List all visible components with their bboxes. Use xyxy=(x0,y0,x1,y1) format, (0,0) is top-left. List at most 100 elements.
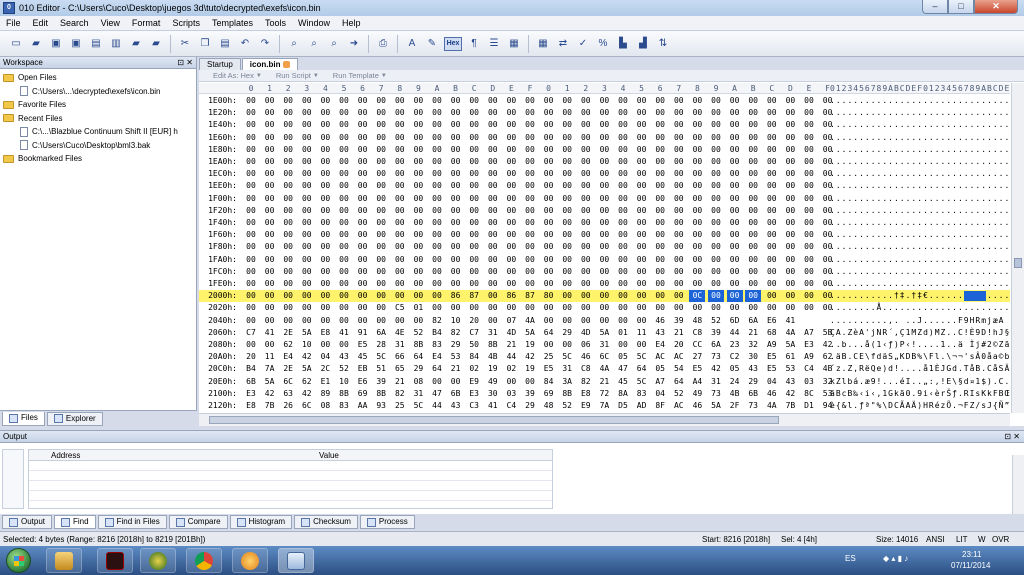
hex-byte[interactable]: 00 xyxy=(634,193,650,205)
hex-byte[interactable]: 00 xyxy=(745,193,761,205)
hex-byte[interactable]: 8B xyxy=(485,339,501,351)
tab-files[interactable]: Files xyxy=(2,411,45,426)
hex-byte[interactable]: 00 xyxy=(243,278,259,290)
hex-byte[interactable]: 46 xyxy=(764,388,780,400)
hex-byte[interactable]: 52 xyxy=(708,315,724,327)
hex-byte[interactable]: 00 xyxy=(689,217,705,229)
hex-byte[interactable]: 00 xyxy=(336,302,352,314)
hex-byte[interactable]: 64 xyxy=(671,376,687,388)
hex-byte[interactable]: 00 xyxy=(689,132,705,144)
hex-byte[interactable]: 00 xyxy=(429,132,445,144)
hex-byte[interactable]: 00 xyxy=(262,156,278,168)
hex-byte[interactable]: 39 xyxy=(708,327,724,339)
hex-byte[interactable]: 00 xyxy=(764,205,780,217)
ascii-text[interactable]: ................................ xyxy=(830,132,1010,144)
hex-byte[interactable]: 43 xyxy=(782,376,798,388)
hex-byte[interactable]: 00 xyxy=(410,156,426,168)
hex-byte[interactable]: 00 xyxy=(559,144,575,156)
hex-byte[interactable]: 00 xyxy=(652,95,668,107)
hex-byte[interactable]: 00 xyxy=(764,144,780,156)
hex-byte[interactable]: 00 xyxy=(355,132,371,144)
hex-byte[interactable]: 5C xyxy=(373,351,389,363)
hex-byte[interactable]: 00 xyxy=(392,156,408,168)
hex-byte[interactable]: 00 xyxy=(485,156,501,168)
hex-byte[interactable]: 00 xyxy=(764,180,780,192)
hex-byte[interactable]: 48 xyxy=(541,400,557,412)
hex-byte[interactable]: 00 xyxy=(429,302,445,314)
hex-byte[interactable]: E5 xyxy=(764,363,780,375)
hex-byte[interactable]: 00 xyxy=(745,132,761,144)
hex-byte[interactable]: 00 xyxy=(522,241,538,253)
hex-byte[interactable]: 53 xyxy=(782,363,798,375)
hex-byte[interactable]: 00 xyxy=(262,119,278,131)
hex-byte[interactable]: 00 xyxy=(243,217,259,229)
hex-byte[interactable]: 00 xyxy=(596,144,612,156)
menu-edit[interactable]: Edit xyxy=(27,18,55,28)
hex-byte[interactable]: 00 xyxy=(652,205,668,217)
ascii-text[interactable]: ãBcB‰‹i‹‚1Gkã0.9i‹èrŠƒ.RIsKkFBŒS xyxy=(830,388,1010,400)
hex-byte[interactable]: 00 xyxy=(745,229,761,241)
hex-byte[interactable]: 00 xyxy=(801,193,817,205)
ascii-text[interactable]: ................................ xyxy=(830,119,1010,131)
hex-byte[interactable]: 00 xyxy=(448,119,464,131)
hex-byte[interactable]: 00 xyxy=(373,168,389,180)
hex-byte[interactable]: 82 xyxy=(578,376,594,388)
hex-byte[interactable]: 00 xyxy=(262,107,278,119)
hex-byte[interactable]: 00 xyxy=(615,95,631,107)
hex-byte[interactable]: 39 xyxy=(373,376,389,388)
hex-byte[interactable]: 00 xyxy=(541,95,557,107)
hex-byte[interactable]: 00 xyxy=(764,241,780,253)
hex-byte[interactable]: 84 xyxy=(541,376,557,388)
hex-byte[interactable]: 49 xyxy=(689,388,705,400)
hex-byte[interactable]: 00 xyxy=(801,144,817,156)
hex-byte[interactable]: 00 xyxy=(299,302,315,314)
hex-byte[interactable]: 00 xyxy=(764,266,780,278)
hex-byte[interactable]: 00 xyxy=(317,205,333,217)
hex-byte[interactable]: 00 xyxy=(299,241,315,253)
hex-byte[interactable]: 00 xyxy=(336,278,352,290)
chevron-down-icon[interactable]: ▼ xyxy=(381,73,387,79)
hex-byte[interactable]: 00 xyxy=(727,278,743,290)
hex-byte[interactable]: 00 xyxy=(317,278,333,290)
hex-byte[interactable]: 00 xyxy=(392,315,408,327)
hex-byte[interactable]: 65 xyxy=(392,363,408,375)
copy-icon[interactable]: ❐ xyxy=(197,36,213,52)
hex-byte[interactable]: 47 xyxy=(429,388,445,400)
hex-byte[interactable]: 00 xyxy=(485,254,501,266)
hex-byte[interactable]: 00 xyxy=(745,266,761,278)
hex-byte[interactable]: 00 xyxy=(336,107,352,119)
hex-byte[interactable]: C8 xyxy=(689,327,705,339)
hex-byte[interactable]: 44 xyxy=(429,400,445,412)
hex-byte[interactable]: 10 xyxy=(336,376,352,388)
hex-byte[interactable]: 00 xyxy=(336,229,352,241)
hex-byte[interactable]: 00 xyxy=(727,119,743,131)
hex-byte[interactable]: 83 xyxy=(429,339,445,351)
hex-byte[interactable]: 00 xyxy=(448,132,464,144)
output-scrollbar[interactable] xyxy=(1012,455,1024,515)
compare-icon[interactable]: ⇄ xyxy=(555,36,571,52)
hex-byte[interactable]: 8F xyxy=(652,400,668,412)
hex-byte[interactable]: 00 xyxy=(336,144,352,156)
column-icon[interactable]: ☰ xyxy=(486,36,502,52)
hex-byte[interactable]: 00 xyxy=(634,156,650,168)
hex-byte[interactable]: 00 xyxy=(280,144,296,156)
hex-byte[interactable]: 00 xyxy=(689,144,705,156)
hex-byte[interactable]: 00 xyxy=(727,168,743,180)
hex-byte[interactable]: 00 xyxy=(429,156,445,168)
hex-byte[interactable]: 26 xyxy=(280,400,296,412)
hex-byte[interactable]: 00 xyxy=(466,278,482,290)
hex-byte[interactable]: 00 xyxy=(243,193,259,205)
hex-byte[interactable]: 00 xyxy=(671,229,687,241)
hex-byte[interactable]: 00 xyxy=(392,144,408,156)
run-template-dropdown[interactable]: Run Template xyxy=(333,71,379,80)
hex-byte[interactable]: 00 xyxy=(522,156,538,168)
hex-row[interactable]: 2120h: E8 7B 26 6C 08 83 AA 93 25 5C 44 43 C3 41 C4 29 48… xyxy=(199,400,1010,412)
hex-byte[interactable]: 00 xyxy=(727,241,743,253)
hex-byte[interactable]: 00 xyxy=(280,205,296,217)
hex-byte[interactable]: 00 xyxy=(392,107,408,119)
hex-byte[interactable]: 00 xyxy=(429,266,445,278)
hex-byte[interactable]: 00 xyxy=(410,290,426,302)
hex-byte[interactable]: 00 xyxy=(299,132,315,144)
hex-byte[interactable]: 00 xyxy=(541,144,557,156)
hex-byte[interactable]: 25 xyxy=(392,400,408,412)
